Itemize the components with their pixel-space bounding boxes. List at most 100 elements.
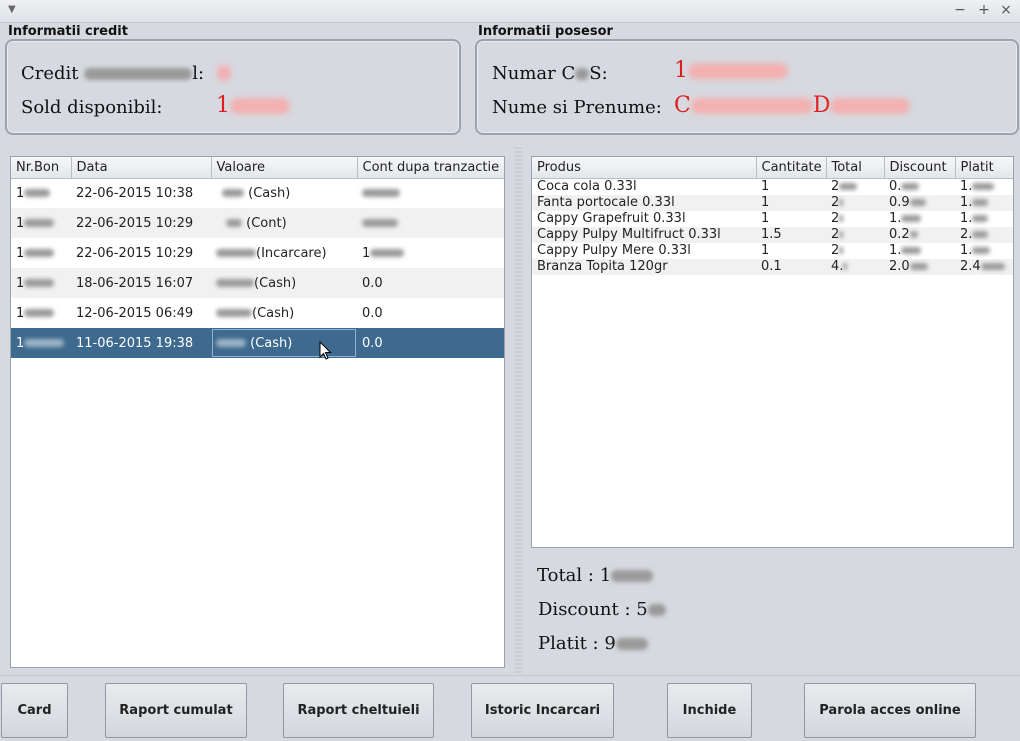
maximize-button[interactable]: + (976, 2, 992, 18)
redacted-text (575, 68, 590, 80)
cont-cell (357, 178, 504, 208)
paid-cell: 1. (955, 194, 1013, 211)
table-row[interactable]: Coca cola 0.33l 1 2 0. 1. (532, 178, 1013, 195)
quantity-cell: 1 (761, 178, 770, 194)
paid-cell: 1. (955, 211, 1013, 227)
column-header-valoare[interactable]: Valoare (211, 157, 358, 179)
transactions-table[interactable]: Nr.Bon Data Valoare Cont dupa tranzactie… (10, 156, 505, 668)
window-titlebar: ▼ − + × (0, 0, 1020, 23)
column-header-data[interactable]: Data (71, 157, 212, 179)
quantity-cell: 1 (756, 194, 826, 211)
cont-cell: 0.0 (357, 268, 504, 298)
table-row[interactable]: Branza Topita 120gr 0.1 4. 2.0 2.4 (532, 258, 1013, 275)
bon-cell: 1 (11, 298, 71, 328)
cont-cell: 1 (357, 238, 504, 268)
sold-value-prefix: 1 (216, 93, 230, 118)
redacted-text (230, 98, 290, 114)
redacted-text (217, 65, 231, 81)
column-header-discount[interactable]: Discount (884, 157, 956, 179)
nume-value-middle: D (812, 93, 831, 118)
total-cell: 2 (826, 211, 884, 227)
inchide-button[interactable]: Inchide (667, 683, 752, 738)
table-row[interactable]: Cappy Grapefruit 0.33l 1 2 1. 1. (532, 210, 1013, 227)
cont-cell: 0.0 (357, 328, 504, 358)
nume-label: Nume si Prenume: (492, 97, 662, 118)
close-button[interactable]: × (998, 2, 1014, 18)
quantity-cell: 1.5 (756, 226, 826, 243)
credit-label-text: Credit (21, 63, 79, 84)
table-row[interactable]: Fanta portocale 0.33l 1 2 0.9 1. (532, 194, 1013, 211)
product-name-cell: Cappy Pulpy Multifruct 0.33l (532, 226, 756, 243)
discount-label: Discount : (538, 599, 631, 620)
redacted-text (84, 68, 193, 80)
cont-cell: 0.0 (362, 305, 383, 321)
table-row[interactable]: Cappy Pulpy Multifruct 0.33l 1.5 2 0.2 2… (532, 226, 1013, 243)
quantity-cell: 1 (761, 210, 770, 226)
value-cell: (Cash) (211, 178, 357, 208)
date-cell: 18-06-2015 16:07 (71, 268, 211, 298)
column-header-cont[interactable]: Cont dupa tranzactie (357, 157, 504, 179)
paid-cell: 1. (955, 178, 1013, 195)
table-row[interactable]: 1 22-06-2015 10:29 (Cont) (11, 208, 504, 238)
total-cell: 2 (826, 194, 884, 211)
products-header-row: Produs Cantitate Total Discount Platit (532, 157, 1013, 179)
column-header-cantitate[interactable]: Cantitate (756, 157, 827, 179)
numar-value-prefix: 1 (674, 58, 688, 83)
nume-value: CD (674, 93, 911, 118)
numar-value: 1 (674, 58, 788, 83)
value-cell: (Incarcare) (211, 238, 357, 268)
platit-label: Platit : (538, 633, 599, 654)
window-menu-icon[interactable]: ▼ (8, 4, 16, 15)
date-cell: 22-06-2015 10:29 (76, 245, 194, 261)
owner-section-title: Informatii posesor (478, 24, 613, 39)
numar-label-end: S: (589, 63, 608, 84)
card-button[interactable]: Card (1, 683, 68, 738)
discount-cell: 0.9 (884, 194, 955, 211)
istoric-incarcari-button[interactable]: Istoric Incarcari (471, 683, 614, 738)
value-cell: (Cont) (211, 208, 357, 238)
parola-acces-online-button[interactable]: Parola acces online (804, 683, 976, 738)
table-row[interactable]: 1 18-06-2015 16:07 (Cash) 0.0 (11, 268, 504, 298)
discount-cell: 1. (884, 243, 955, 259)
date-cell: 12-06-2015 06:49 (76, 305, 194, 321)
table-row[interactable]: 1 22-06-2015 10:29 (Incarcare) 1 (11, 238, 504, 268)
quantity-cell: 0.1 (756, 258, 826, 275)
panel-splitter[interactable] (514, 147, 522, 675)
numar-label-start: Numar C (492, 63, 576, 84)
sold-value: 1 (216, 93, 290, 118)
raport-cumulat-button[interactable]: Raport cumulat (105, 683, 247, 738)
bon-cell: 1 (11, 238, 71, 268)
cont-cell (357, 208, 504, 238)
paid-cell: 2. (955, 226, 1013, 243)
product-name-cell: Cappy Grapefruit 0.33l (537, 210, 686, 226)
total-cell: 4. (826, 258, 884, 275)
table-row[interactable]: 1 22-06-2015 10:38 (Cash) (11, 178, 504, 208)
discount-cell: 1. (884, 211, 955, 227)
mouse-cursor-icon (319, 341, 332, 360)
product-name-cell: Fanta portocale 0.33l (532, 194, 756, 211)
credit-value (217, 60, 231, 85)
date-cell: 22-06-2015 10:29 (71, 208, 211, 238)
table-row[interactable]: 1 12-06-2015 06:49 (Cash) 0.0 (11, 298, 504, 328)
column-header-total[interactable]: Total (826, 157, 885, 179)
total-cell: 2 (826, 178, 884, 195)
credit-label-suffix: l: (192, 63, 205, 84)
numar-label: Numar C S: (492, 63, 608, 84)
total-cell: 2 (826, 226, 884, 243)
value-cell: (Cash) (211, 298, 357, 328)
product-name-cell: Coca cola 0.33l (537, 178, 637, 194)
redacted-text (830, 98, 911, 114)
products-table[interactable]: Produs Cantitate Total Discount Platit C… (531, 156, 1014, 548)
table-row-selected[interactable]: 1 11-06-2015 19:38 (Cash) 0.0 (11, 328, 504, 358)
column-header-produs[interactable]: Produs (532, 157, 757, 179)
credit-section-title: Informatii credit (8, 24, 128, 39)
sold-label: Sold disponibil: (21, 97, 163, 118)
raport-cheltuieli-button[interactable]: Raport cheltuieli (283, 683, 434, 738)
paid-cell: 1. (955, 243, 1013, 259)
redacted-text (688, 63, 788, 79)
column-header-nr-bon[interactable]: Nr.Bon (11, 157, 72, 179)
table-row[interactable]: Cappy Pulpy Mere 0.33l 1 2 1. 1. (532, 243, 1013, 259)
column-header-platit[interactable]: Platit (955, 157, 1013, 179)
redacted-text (690, 98, 813, 114)
minimize-button[interactable]: − (952, 2, 968, 18)
